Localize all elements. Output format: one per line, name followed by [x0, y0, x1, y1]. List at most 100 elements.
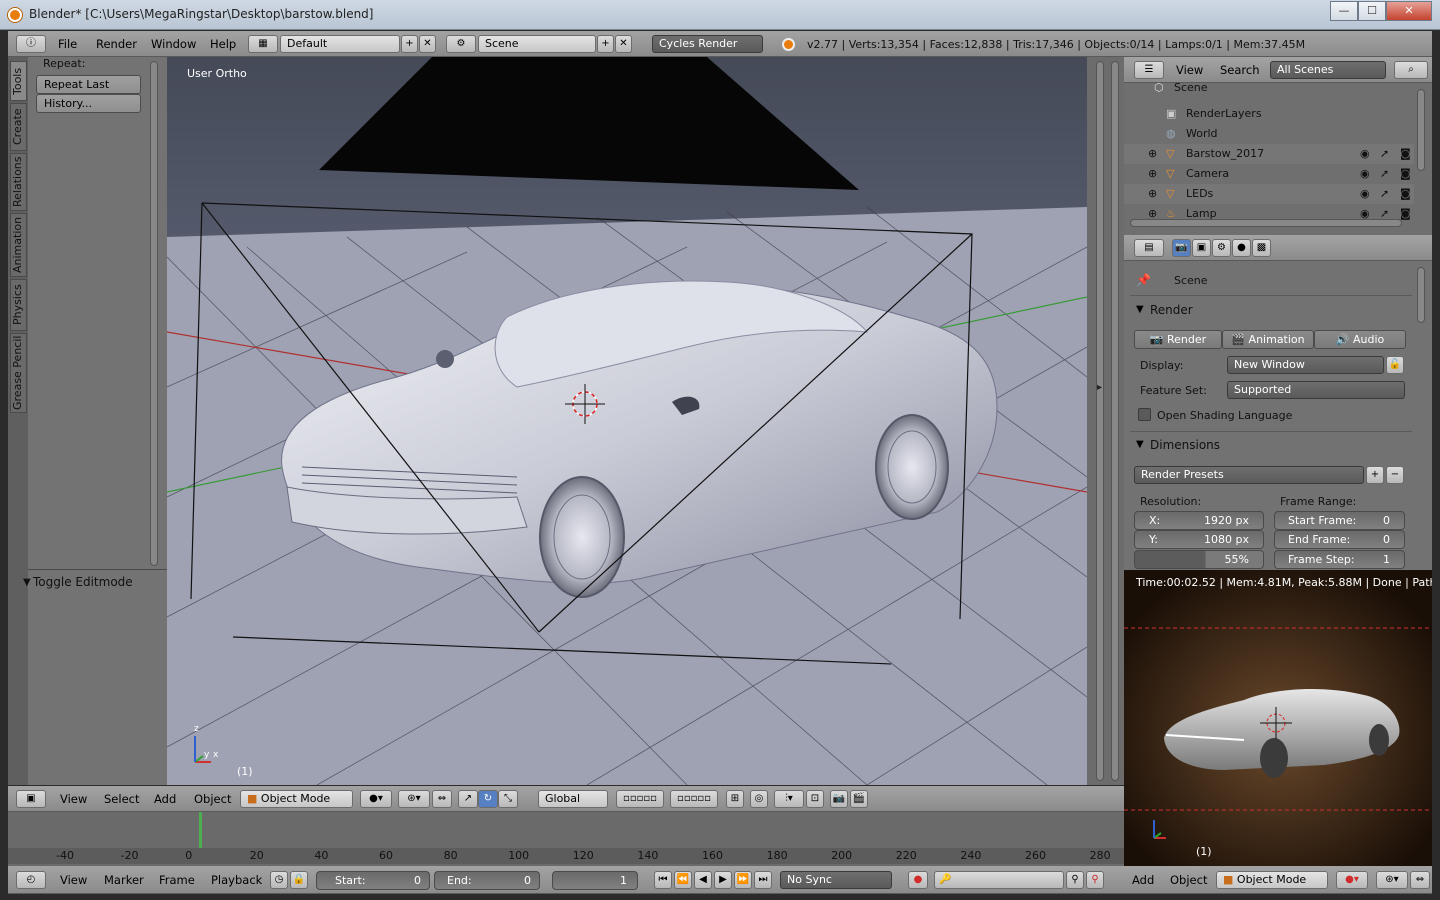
audio-button[interactable]: 🔊 Audio — [1314, 330, 1406, 349]
maximize-button[interactable]: ☐ — [1358, 1, 1386, 21]
snap-target-icon[interactable]: ⊡ — [806, 790, 824, 808]
scene-dropdown[interactable]: Scene — [478, 35, 596, 53]
resolution-x-field[interactable]: X: 1920 px — [1134, 511, 1264, 530]
world-tab-icon[interactable]: ● — [1232, 239, 1251, 257]
menu-view[interactable]: View — [60, 792, 87, 806]
jump-keyframe-back-icon[interactable]: ⏪ — [674, 871, 692, 889]
outliner-item[interactable]: ▽ LEDs ◉ ➚ ◙ ⊕ — [1124, 184, 1414, 204]
dimensions-section-title[interactable]: Dimensions — [1150, 438, 1220, 452]
collapse-triangle-icon[interactable]: ▼ — [1136, 304, 1144, 315]
layer-lock-icon[interactable]: ⊞ — [726, 790, 744, 808]
outliner-item[interactable]: ▽ Camera ◉ ➚ ◙ ⊕ — [1124, 164, 1414, 184]
orientation-dropdown[interactable]: Global — [538, 790, 608, 808]
preview-range-icon[interactable]: ◷ — [270, 871, 288, 889]
start-frame-field[interactable]: Start Frame: 0 — [1274, 511, 1405, 530]
lock-interface-icon[interactable]: 🔓 — [1386, 356, 1404, 374]
menu-object[interactable]: Object — [194, 792, 231, 806]
menu-search[interactable]: Search — [1220, 63, 1260, 77]
menu-playback[interactable]: Playback — [211, 873, 262, 887]
snap-icon[interactable]: ⫶▾ — [774, 790, 804, 808]
sync-dropdown[interactable]: No Sync — [780, 871, 892, 889]
render-layers-tab-icon[interactable]: ▣ — [1192, 239, 1211, 257]
rendered-viewport[interactable]: Time:00:02.52 | Mem:4.81M, Peak:5.88M | … — [1124, 570, 1432, 866]
animation-button[interactable]: 🎬 Animation — [1222, 330, 1314, 349]
add-scene-button[interactable]: + — [597, 35, 614, 53]
lock-icon[interactable]: 🔒 — [290, 871, 308, 889]
editor-type-button[interactable]: ⓘ — [16, 35, 46, 53]
minimize-button[interactable]: — — [1330, 1, 1358, 21]
expand-icon[interactable]: ⊕ — [1148, 187, 1157, 200]
insert-keyframe-icon[interactable]: ⚲ — [1066, 871, 1084, 889]
layers-grid-1[interactable]: ▫▫▫▫▫ — [616, 790, 664, 808]
start-frame-field[interactable]: Start: 0 — [316, 871, 430, 890]
opengl-anim-icon[interactable]: 🎬 — [850, 790, 868, 808]
manipulator-toggle[interactable]: ⇔ — [432, 790, 452, 808]
object-tab-icon[interactable]: ▩ — [1252, 239, 1271, 257]
eye-icon[interactable]: ◉ — [1360, 187, 1370, 200]
add-preset-button[interactable]: + — [1366, 466, 1384, 484]
outliner-item[interactable]: ⬡ Scene — [1124, 78, 1414, 98]
add-layout-button[interactable]: + — [401, 35, 418, 53]
display-dropdown[interactable]: New Window — [1227, 356, 1384, 374]
opengl-render-icon[interactable]: 📷 — [830, 790, 848, 808]
menu-select[interactable]: Select — [104, 792, 139, 806]
rotate-manipulator-icon[interactable]: ↻ — [478, 790, 498, 808]
outliner-item[interactable]: ◍ World — [1124, 124, 1414, 144]
menu-render[interactable]: Render — [96, 37, 137, 51]
3d-viewport[interactable]: User Ortho z y x (1) — [167, 57, 1087, 785]
menu-help[interactable]: Help — [210, 37, 236, 51]
osl-checkbox[interactable] — [1138, 408, 1151, 421]
play-icon[interactable]: ▶ — [714, 871, 732, 889]
close-button[interactable]: ✕ — [1386, 1, 1432, 21]
editor-type-button[interactable]: ☰ — [1134, 61, 1164, 79]
repeat-last-button[interactable]: Repeat Last — [36, 75, 141, 94]
cursor-icon[interactable]: ➚ — [1380, 167, 1389, 180]
expand-icon[interactable]: ⊕ — [1148, 147, 1157, 160]
end-frame-field[interactable]: End: 0 — [434, 871, 540, 890]
render-engine-dropdown[interactable]: Cycles Render — [652, 35, 763, 53]
menu-view[interactable]: View — [60, 873, 87, 887]
display-mode-dropdown[interactable]: All Scenes — [1270, 61, 1386, 79]
tool-shelf-scrollbar[interactable] — [150, 61, 158, 566]
collapse-triangle-icon[interactable]: ▼ — [1136, 439, 1144, 450]
end-frame-field[interactable]: End Frame: 0 — [1274, 530, 1405, 549]
feature-set-dropdown[interactable]: Supported — [1227, 381, 1405, 399]
current-frame-field[interactable]: 1 — [552, 871, 638, 890]
proportional-edit-icon[interactable]: ◎ — [750, 790, 768, 808]
menu-window[interactable]: Window — [151, 37, 196, 51]
collapse-triangle-icon[interactable]: ▼ — [23, 577, 31, 588]
outliner-h-scrollbar[interactable] — [1130, 219, 1402, 227]
resolution-y-field[interactable]: Y: 1080 px — [1134, 530, 1264, 549]
timeline[interactable]: -40 -20 0 20 40 60 80 100 120 140 160 180 200 220 240 2… — [8, 812, 1124, 866]
screen-layout-dropdown[interactable]: Default — [280, 35, 400, 53]
menu-add[interactable]: Add — [154, 792, 176, 806]
pivot-dropdown[interactable]: ⊛▾ — [1376, 871, 1408, 889]
editor-type-button[interactable]: ▣ — [16, 790, 46, 808]
jump-keyframe-forward-icon[interactable]: ⏩ — [734, 871, 752, 889]
frame-step-field[interactable]: Frame Step: 1 — [1274, 550, 1405, 569]
menu-view[interactable]: View — [1176, 63, 1203, 77]
remove-scene-button[interactable]: ✕ — [615, 35, 632, 53]
tab-animation[interactable]: Animation — [10, 213, 27, 277]
search-icon[interactable]: ⌕ — [1394, 61, 1428, 79]
eye-icon[interactable]: ◉ — [1360, 167, 1370, 180]
editor-type-button[interactable]: ◴ — [16, 871, 46, 889]
tab-create[interactable]: Create — [10, 103, 27, 151]
tab-physics[interactable]: Physics — [10, 279, 27, 331]
eye-icon[interactable]: ◉ — [1360, 147, 1370, 160]
scene-tab-icon[interactable]: ⚙ — [1212, 239, 1231, 257]
shading-dropdown[interactable]: ●▾ — [360, 790, 392, 808]
cursor-icon[interactable]: ➚ — [1380, 147, 1389, 160]
jump-start-icon[interactable]: ⏮ — [654, 871, 672, 889]
render-section-title[interactable]: Render — [1150, 303, 1193, 317]
render-tab-icon[interactable]: 📷 — [1172, 239, 1191, 257]
menu-object[interactable]: Object — [1170, 873, 1207, 887]
editor-type-button[interactable]: ▤ — [1134, 239, 1164, 257]
camera-render-icon[interactable]: ◙ — [1400, 187, 1411, 200]
shading-dropdown[interactable]: ●▾ — [1336, 871, 1368, 889]
tab-tools[interactable]: Tools — [10, 61, 27, 101]
viewport-scrollbar[interactable]: ▸ — [1087, 57, 1124, 785]
tab-relations[interactable]: Relations — [10, 153, 27, 211]
camera-render-icon[interactable]: ◙ — [1400, 147, 1411, 160]
screen-layout-icon[interactable]: ▦ — [248, 35, 278, 53]
